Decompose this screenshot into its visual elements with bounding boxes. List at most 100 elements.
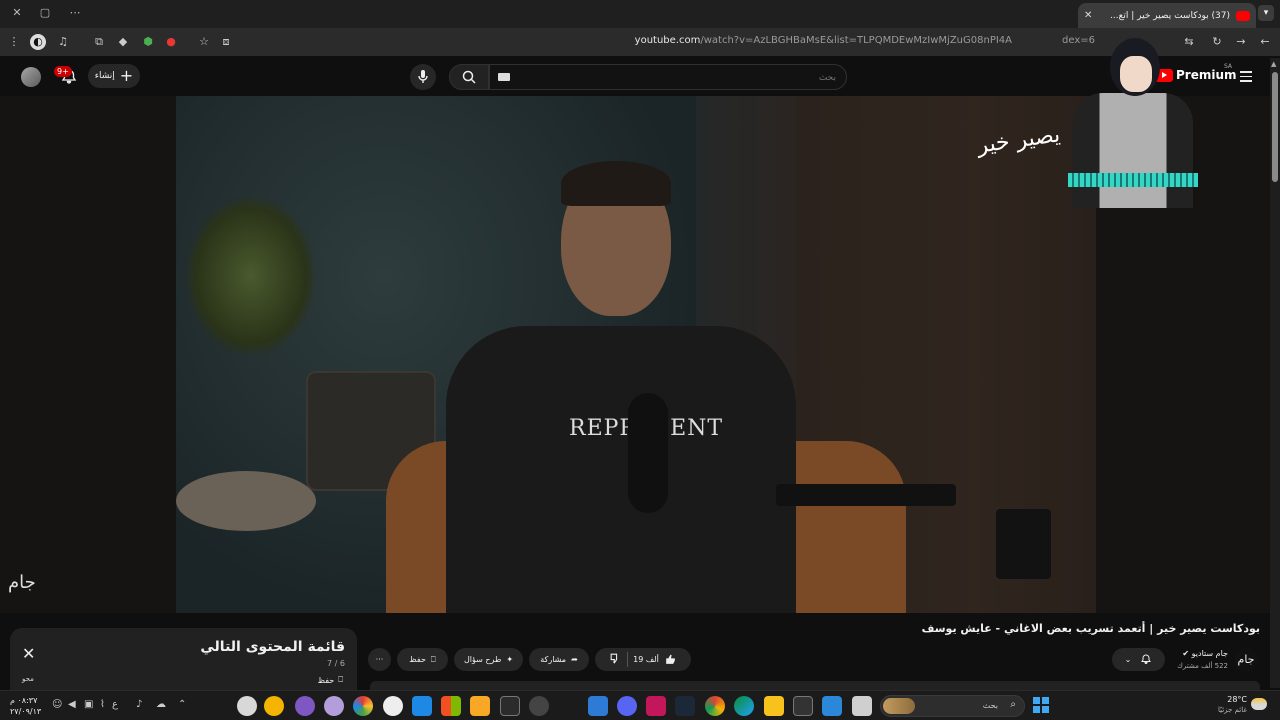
app-orange-icon[interactable] <box>470 696 490 716</box>
app-lavender-icon[interactable] <box>324 696 344 716</box>
verified-icon: ✔ <box>1182 649 1190 658</box>
menu-dots-icon[interactable]: ⋯ <box>66 6 84 19</box>
epic-games-icon[interactable] <box>500 696 520 716</box>
ask-label: طرح سؤال <box>463 655 502 664</box>
app-color-wheel-icon[interactable] <box>353 696 373 716</box>
video-mic-arm <box>776 484 956 506</box>
discord-icon[interactable] <box>617 696 637 716</box>
thumbs-up-icon[interactable] <box>664 653 677 666</box>
channel-name[interactable]: جام ستاديو ✔ <box>1170 649 1228 658</box>
chat-icon[interactable]: ☺ <box>52 699 62 710</box>
bookmark-icon: ⎕ <box>430 654 436 664</box>
input-language[interactable]: ع <box>112 699 118 710</box>
scroll-up-icon[interactable]: ▲ <box>1271 60 1276 68</box>
vtuber-stripe <box>1068 173 1198 187</box>
save-label: حفظ <box>409 655 426 664</box>
playlist-clear-button[interactable]: محو <box>22 675 34 683</box>
chrome-active-icon[interactable] <box>793 696 813 716</box>
page-scrollbar[interactable]: ▲ <box>1270 58 1280 688</box>
create-button[interactable]: إنشاء + <box>88 64 140 88</box>
share-arrow-icon: ➦ <box>571 655 578 664</box>
minimize-icon[interactable]: ✕ <box>8 6 26 19</box>
tray-overflow-icon[interactable]: ⌃ <box>178 699 186 710</box>
volume-icon[interactable]: ◀ <box>68 699 76 710</box>
app-blue-icon[interactable] <box>412 696 432 716</box>
vtuber-face <box>1120 56 1152 92</box>
like-count[interactable]: 19 ألف <box>633 655 659 664</box>
create-label: إنشاء <box>94 71 115 81</box>
wifi-icon[interactable]: ⌇ <box>100 699 105 710</box>
video-scene-plant <box>186 196 316 356</box>
task-view-icon[interactable] <box>852 696 872 716</box>
app-pink-icon[interactable] <box>646 696 666 716</box>
microsoft-store-icon[interactable] <box>441 696 461 716</box>
search-button[interactable] <box>449 64 489 90</box>
search-highlight-image <box>883 698 915 714</box>
edge-icon[interactable] <box>734 696 754 716</box>
video-title: بودكاست يصير خير | أتعمد تسريب بعض الاغا… <box>921 622 1260 635</box>
extension-icon[interactable]: ◐ <box>30 34 46 50</box>
tab-search-icon[interactable]: ▾ <box>1258 5 1274 21</box>
close-tab-icon[interactable]: ✕ <box>1084 10 1092 21</box>
account-avatar[interactable] <box>21 67 41 87</box>
back-arrow-icon[interactable]: → <box>1233 34 1249 50</box>
playlist-save-label: حفظ <box>317 675 335 685</box>
address-bar[interactable]: youtube.com/watch?v=AzLBGHBaMsE&list=TLP… <box>190 31 1200 53</box>
reload-icon[interactable]: ↻ <box>1209 34 1225 50</box>
scroll-thumb[interactable] <box>1272 72 1278 182</box>
app-clock-icon[interactable] <box>529 696 549 716</box>
more-actions-button[interactable]: ··· <box>368 648 391 671</box>
save-button[interactable]: حفظ ⎕ <box>397 648 448 671</box>
playlist-save-button[interactable]: ⎕ حفظ <box>318 675 343 685</box>
file-explorer-icon[interactable] <box>764 696 784 716</box>
like-dislike-group: 19 ألف <box>595 648 691 671</box>
video-scene-table <box>176 471 316 531</box>
ask-button[interactable]: طرح سؤال ✦ <box>454 648 523 671</box>
mail-icon[interactable] <box>588 696 608 716</box>
close-icon[interactable]: ✕ <box>22 644 35 663</box>
app-purple-icon[interactable] <box>295 696 315 716</box>
extension-diamond-icon[interactable]: ◆ <box>115 34 131 50</box>
steam-icon[interactable] <box>675 696 695 716</box>
dislike-button[interactable] <box>609 652 622 667</box>
video-player[interactable]: REPRESENT <box>176 96 1096 613</box>
taskbar-search[interactable]: بحث ⌕ <box>880 695 1025 717</box>
mic-tray-icon[interactable]: ♪ <box>136 699 142 710</box>
chrome-menu-icon[interactable]: ⋮ <box>6 34 22 50</box>
sparkle-icon: ✦ <box>506 655 514 664</box>
channel-watermark[interactable]: جام <box>8 572 36 593</box>
subscriber-count: 522 ألف مشترك <box>1177 662 1228 670</box>
extension-shield-icon[interactable]: ⬢ <box>140 34 156 50</box>
channel-avatar[interactable]: جام <box>1234 648 1258 672</box>
forward-arrow-icon[interactable]: ← <box>1257 34 1273 50</box>
subscription-bell-button[interactable]: ⌄ <box>1112 648 1165 671</box>
extensions-puzzle-icon[interactable]: ⧉ <box>91 34 107 50</box>
share-button[interactable]: مشاركة ➦ <box>529 648 589 671</box>
clock[interactable]: ٠٨:٣٧ م ٢٧/٠٩/١٣ <box>10 695 41 717</box>
video-cup <box>996 509 1051 579</box>
voice-search-button[interactable] <box>410 64 436 90</box>
chrome-icon[interactable] <box>705 696 725 716</box>
video-microphone <box>628 393 668 513</box>
extension-drop-icon[interactable]: ● <box>163 34 179 50</box>
cloud-icon[interactable]: ☁ <box>156 699 166 710</box>
tab-youtube[interactable]: (37) بودكاست يصير خير | أتع... ✕ <box>1078 3 1256 28</box>
region-code: SA <box>1224 63 1233 70</box>
maximize-icon[interactable]: ▢ <box>36 6 54 19</box>
plus-icon: + <box>119 66 134 85</box>
start-windows-icon[interactable] <box>1033 697 1049 713</box>
video-person-hair <box>561 161 671 206</box>
settings-gear-icon[interactable] <box>237 696 257 716</box>
divider <box>627 652 629 667</box>
app-white-icon[interactable] <box>383 696 403 716</box>
media-control-icon[interactable]: ♫ <box>55 34 71 50</box>
playlist-position: 7 / 6 <box>327 659 345 668</box>
app-yellow-icon[interactable] <box>264 696 284 716</box>
search-icon: ⌕ <box>1010 699 1016 710</box>
search-input[interactable] <box>490 66 846 90</box>
store-bag-icon[interactable] <box>822 696 842 716</box>
weather-widget[interactable]: 28°C غائم جزئيًا <box>1215 694 1247 716</box>
network-icon[interactable]: ▣ <box>84 699 93 710</box>
guide-menu-icon[interactable] <box>1240 71 1252 85</box>
keyboard-icon[interactable] <box>498 73 510 81</box>
